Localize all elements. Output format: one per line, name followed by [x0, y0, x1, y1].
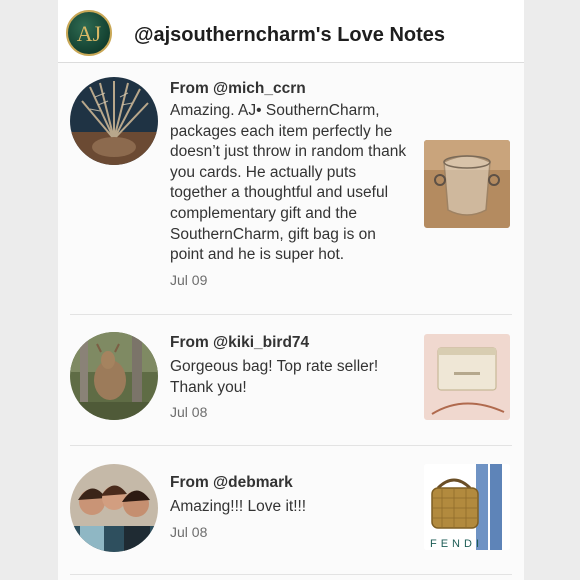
note-date: Jul 08: [170, 404, 208, 420]
logo-text: AJ: [77, 21, 102, 46]
cream-handbag-photo-icon: [424, 334, 510, 420]
left-margin: [0, 0, 58, 580]
note-divider: [70, 314, 512, 315]
fendi-bag-photo-icon: FENDI: [424, 464, 510, 550]
right-margin: [524, 0, 580, 580]
love-notes-panel: AJ @ajsoutherncharm's Love Notes From @m…: [58, 0, 524, 580]
note-author[interactable]: From @debmark: [170, 474, 293, 492]
note-divider: [70, 445, 512, 446]
note-text: Gorgeous bag! Top rate seller! Thank you…: [170, 358, 379, 396]
header: AJ @ajsoutherncharm's Love Notes: [58, 0, 524, 63]
note-author[interactable]: From @mich_ccrn: [170, 80, 306, 98]
note-text: Amazing. AJ• SouthernCharm, packages eac…: [170, 102, 407, 264]
fendi-brand-text: FENDI: [430, 538, 483, 550]
note-text: Amazing!!! Love it!!!: [170, 498, 307, 515]
note-date: Jul 08: [170, 524, 208, 540]
avatar-kiki-bird74[interactable]: [70, 332, 158, 420]
group-selfie-photo-icon: [70, 464, 158, 552]
page-title: @ajsoutherncharm's Love Notes: [134, 24, 446, 46]
avatar-debmark[interactable]: [70, 464, 158, 552]
note-item-thumbnail[interactable]: [424, 140, 510, 228]
palm-leaves-photo-icon: [70, 77, 158, 165]
deer-photo-icon: [70, 332, 158, 420]
note-author[interactable]: From @kiki_bird74: [170, 334, 309, 352]
glass-jar-photo-icon: [424, 140, 510, 228]
logo-monogram-icon: AJ: [77, 21, 102, 46]
note-item-thumbnail[interactable]: FENDI: [424, 464, 510, 550]
shop-logo[interactable]: AJ: [66, 10, 112, 56]
avatar-mich-ccrn[interactable]: [70, 77, 158, 165]
note-date: Jul 09: [170, 272, 208, 288]
note-item-thumbnail[interactable]: [424, 334, 510, 420]
note-divider: [70, 574, 512, 575]
